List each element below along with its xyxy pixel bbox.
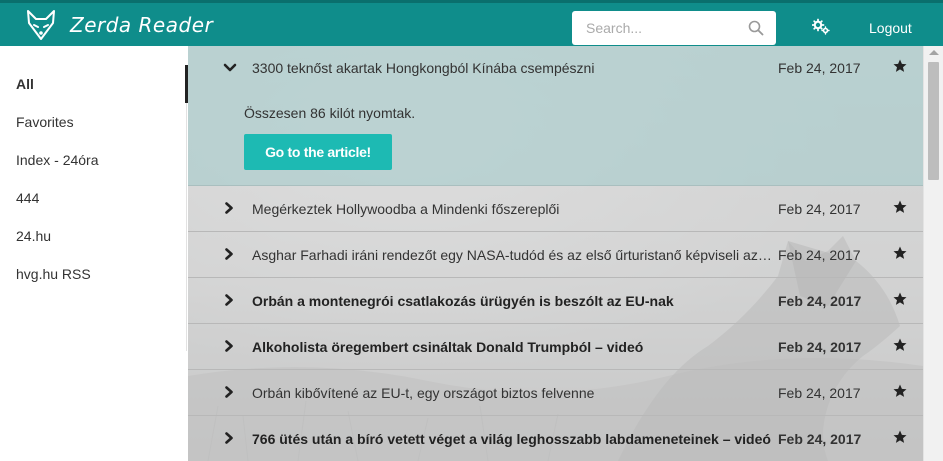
chevron-right-icon[interactable] bbox=[223, 340, 235, 352]
article-date: Feb 24, 2017 bbox=[778, 293, 862, 309]
scrollbar[interactable] bbox=[923, 46, 943, 461]
sidebar: All Favorites Index - 24óra 444 24.hu hv… bbox=[0, 46, 188, 461]
star-icon[interactable] bbox=[893, 338, 907, 352]
article-row[interactable]: Orbán a montenegrói csatlakozás ürügyén … bbox=[188, 278, 923, 324]
article-row[interactable]: Alkoholista öregembert csináltak Donald … bbox=[188, 324, 923, 370]
article-row[interactable]: Megérkeztek Hollywoodba a Mindenki fősze… bbox=[188, 186, 923, 232]
chevron-right-icon[interactable] bbox=[223, 202, 235, 214]
article-date: Feb 24, 2017 bbox=[778, 431, 862, 447]
article-list: 3300 teknőst akartak Hongkongból Kínába … bbox=[188, 46, 923, 461]
sidebar-item-index[interactable]: Index - 24óra bbox=[16, 152, 99, 168]
article-title: Orbán a montenegrói csatlakozás ürügyén … bbox=[252, 293, 674, 309]
article-title: 766 ütés után a bíró vetett véget a vilá… bbox=[252, 431, 771, 447]
article-date: Feb 24, 2017 bbox=[778, 201, 861, 217]
scroll-up-arrow-icon[interactable] bbox=[929, 50, 939, 55]
app-logo[interactable]: Zerda Reader bbox=[26, 9, 213, 41]
sidebar-item-hvg[interactable]: hvg.hu RSS bbox=[16, 266, 91, 282]
star-icon[interactable] bbox=[893, 384, 907, 398]
article-row[interactable]: Orbán kibővítené az EU-t, egy országot b… bbox=[188, 370, 923, 416]
app-title: Zerda Reader bbox=[70, 12, 214, 37]
gears-icon[interactable] bbox=[812, 18, 830, 36]
sidebar-item-24hu[interactable]: 24.hu bbox=[16, 228, 51, 244]
chevron-right-icon[interactable] bbox=[223, 432, 235, 444]
chevron-right-icon[interactable] bbox=[223, 294, 235, 306]
article-title[interactable]: 3300 teknőst akartak Hongkongból Kínába … bbox=[252, 60, 594, 76]
article-row[interactable]: 766 ütés után a bíró vetett véget a vilá… bbox=[188, 416, 923, 461]
article-date: Feb 24, 2017 bbox=[778, 60, 861, 76]
article-row[interactable]: Asghar Farhadi iráni rendezőt egy NASA-t… bbox=[188, 232, 923, 278]
article-title: Asghar Farhadi iráni rendezőt egy NASA-t… bbox=[252, 247, 772, 263]
go-to-article-button[interactable]: Go to the article! bbox=[244, 134, 392, 170]
star-icon[interactable] bbox=[893, 430, 907, 444]
sidebar-divider bbox=[186, 103, 187, 351]
chevron-down-icon[interactable] bbox=[223, 62, 237, 74]
sidebar-item-444[interactable]: 444 bbox=[16, 190, 39, 206]
star-icon[interactable] bbox=[893, 292, 907, 306]
search-icon[interactable] bbox=[748, 20, 764, 36]
fox-logo-icon bbox=[27, 9, 55, 40]
top-bar: Zerda Reader Logout bbox=[0, 0, 943, 46]
article-date: Feb 24, 2017 bbox=[778, 247, 861, 263]
star-icon[interactable] bbox=[893, 59, 907, 73]
scrollbar-thumb[interactable] bbox=[928, 62, 939, 180]
article-date: Feb 24, 2017 bbox=[778, 339, 862, 355]
article-title: Alkoholista öregembert csináltak Donald … bbox=[252, 339, 644, 355]
article-expanded: 3300 teknőst akartak Hongkongból Kínába … bbox=[188, 46, 923, 186]
chevron-right-icon[interactable] bbox=[223, 386, 235, 398]
star-icon[interactable] bbox=[893, 200, 907, 214]
chevron-right-icon[interactable] bbox=[223, 248, 235, 260]
star-icon[interactable] bbox=[893, 246, 907, 260]
sidebar-item-all[interactable]: All bbox=[16, 76, 34, 92]
logout-link[interactable]: Logout bbox=[869, 20, 912, 36]
search-box bbox=[572, 11, 776, 45]
article-title: Megérkeztek Hollywoodba a Mindenki fősze… bbox=[252, 201, 560, 217]
search-input[interactable] bbox=[586, 13, 746, 43]
article-date: Feb 24, 2017 bbox=[778, 385, 861, 401]
sidebar-item-favorites[interactable]: Favorites bbox=[16, 114, 74, 130]
article-title: Orbán kibővítené az EU-t, egy országot b… bbox=[252, 385, 595, 401]
article-summary: Összesen 86 kilót nyomtak. bbox=[244, 105, 416, 121]
